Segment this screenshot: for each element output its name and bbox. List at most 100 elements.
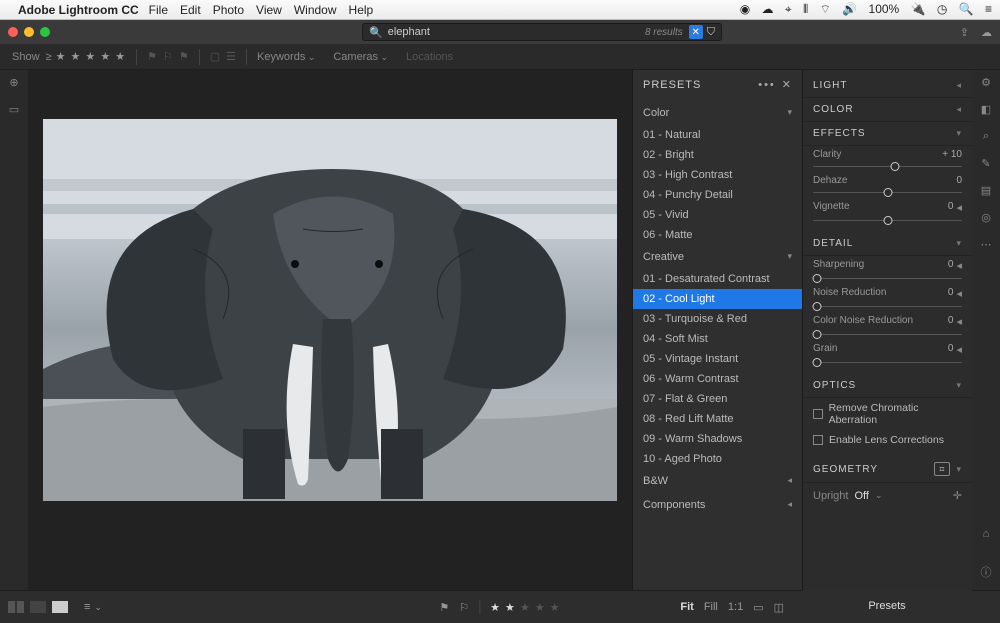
preset-item[interactable]: 02 - Bright	[633, 145, 802, 165]
zoom-fit[interactable]: Fit	[680, 601, 693, 613]
wifi-icon[interactable]: ⌔	[820, 2, 831, 16]
preset-item[interactable]: 03 - High Contrast	[633, 165, 802, 185]
zoom-window-button[interactable]	[40, 27, 50, 37]
slider-grain[interactable]: Grain0◂	[803, 340, 972, 368]
cameras-dropdown[interactable]: Cameras	[333, 51, 388, 63]
reset-icon[interactable]: ◂	[956, 259, 962, 272]
zoom-1to1[interactable]: 1:1	[728, 601, 743, 613]
brush-icon[interactable]: ✎	[981, 157, 990, 170]
slider-noise[interactable]: Noise Reduction0◂	[803, 284, 972, 312]
preset-item[interactable]: 01 - Natural	[633, 125, 802, 145]
minimize-window-button[interactable]	[24, 27, 34, 37]
sort-dropdown[interactable]: ≡⌄	[84, 601, 102, 613]
slider-sharpening[interactable]: Sharpening0◂	[803, 256, 972, 284]
share-icon[interactable]: ⇪	[960, 26, 969, 39]
reset-icon[interactable]: ◂	[956, 315, 962, 328]
flag-reject-icon[interactable]: ⚐	[459, 601, 469, 614]
preset-item[interactable]: 01 - Desaturated Contrast	[633, 269, 802, 289]
menu-icon[interactable]: ≡	[985, 2, 992, 16]
reset-icon[interactable]: ◂	[956, 287, 962, 300]
reset-icon[interactable]: ◂	[956, 201, 962, 214]
preset-item[interactable]: 05 - Vintage Instant	[633, 349, 802, 369]
slider-dehaze[interactable]: Dehaze0	[803, 172, 972, 198]
search-box[interactable]: 🔍 8 results ✕ ⛉	[362, 23, 722, 41]
section-light[interactable]: LIGHT◂	[803, 74, 972, 98]
slider-vignette[interactable]: Vignette0◂	[803, 198, 972, 226]
menu-help[interactable]: Help	[349, 3, 374, 17]
radial-gradient-icon[interactable]: ◎	[981, 211, 991, 224]
battery-icon[interactable]: 🔌	[911, 2, 926, 16]
view-list-icon[interactable]: ☰	[226, 50, 236, 63]
grid-large-icon[interactable]	[30, 601, 46, 613]
add-guide-icon[interactable]: ✛	[953, 489, 962, 502]
cloud-sync-icon[interactable]: ◉	[740, 2, 750, 16]
checkbox-chromatic[interactable]: Remove Chromatic Aberration	[803, 398, 972, 430]
slider-color-noise[interactable]: Color Noise Reduction0◂	[803, 312, 972, 340]
crop-icon[interactable]: ◧	[981, 103, 991, 116]
add-photos-icon[interactable]: ⊕	[9, 76, 18, 89]
clear-search-button[interactable]: ✕	[689, 25, 703, 39]
menu-view[interactable]: View	[256, 3, 282, 17]
tag-icon[interactable]: ⌂	[983, 528, 990, 540]
presets-menu-icon[interactable]: •••	[758, 79, 776, 91]
reset-icon[interactable]: ◂	[956, 343, 962, 356]
location-icon[interactable]: ⌖	[785, 2, 792, 16]
info-icon[interactable]: ⓘ	[981, 564, 992, 580]
section-color[interactable]: COLOR◂	[803, 98, 972, 122]
checkbox-lens[interactable]: Enable Lens Corrections	[803, 430, 972, 450]
zoom-fill[interactable]: Fill	[704, 601, 718, 613]
section-optics[interactable]: OPTICS▾	[803, 374, 972, 398]
preset-item[interactable]: 08 - Red Lift Matte	[633, 409, 802, 429]
keywords-dropdown[interactable]: Keywords	[257, 51, 315, 63]
view-square-icon[interactable]: ▢	[210, 50, 220, 63]
upright-row[interactable]: Upright Off ⌄ ✛	[803, 483, 972, 508]
flag-reject-icon[interactable]: ⚑	[179, 50, 189, 63]
preset-item[interactable]: 03 - Turquoise & Red	[633, 309, 802, 329]
spotlight-icon[interactable]: 🔍	[959, 2, 974, 16]
menu-window[interactable]: Window	[294, 3, 337, 17]
presets-close-button[interactable]: ✕	[782, 78, 792, 91]
locations-dropdown[interactable]: Locations	[406, 51, 453, 63]
flag-unflagged-icon[interactable]: ⚐	[163, 50, 173, 63]
filter-icon[interactable]: ⛉	[707, 26, 715, 39]
preset-item[interactable]: 06 - Matte	[633, 225, 802, 245]
search-input[interactable]	[388, 26, 645, 38]
flag-pick-icon[interactable]: ⚑	[147, 50, 157, 63]
close-window-button[interactable]	[8, 27, 18, 37]
preset-item[interactable]: 04 - Soft Mist	[633, 329, 802, 349]
section-effects[interactable]: EFFECTS▾	[803, 122, 972, 146]
section-detail[interactable]: DETAIL▾	[803, 232, 972, 256]
edit-sliders-icon[interactable]: ⚙	[981, 76, 991, 89]
menu-file[interactable]: File	[149, 3, 168, 17]
preset-item[interactable]: 06 - Warm Contrast	[633, 369, 802, 389]
preset-item[interactable]: 10 - Aged Photo	[633, 449, 802, 469]
rating-filter-gte-icon[interactable]: ≥	[46, 51, 52, 63]
menu-photo[interactable]: Photo	[213, 3, 244, 17]
edit-footer-presets[interactable]: Presets	[802, 590, 972, 623]
geometry-tool-icon[interactable]: ⌗	[934, 462, 950, 476]
cloud-status-icon[interactable]: ☁	[981, 26, 992, 39]
preset-item[interactable]: 09 - Warm Shadows	[633, 429, 802, 449]
more-icon[interactable]: ⋯	[981, 238, 992, 251]
rating-filter-stars[interactable]: ★ ★ ★ ★ ★	[56, 50, 127, 63]
menu-edit[interactable]: Edit	[180, 3, 201, 17]
clock-icon[interactable]: ◷	[937, 2, 947, 16]
section-geometry[interactable]: GEOMETRY⌗▾	[803, 456, 972, 483]
preset-group-creative[interactable]: Creative▾	[633, 245, 802, 269]
volume-icon[interactable]: 🔊	[842, 2, 857, 16]
single-view-icon[interactable]	[52, 601, 68, 613]
preset-group-components[interactable]: Components◂	[633, 493, 802, 517]
cloud-icon[interactable]: ☁	[762, 2, 774, 16]
preset-group-bw[interactable]: B&W◂	[633, 469, 802, 493]
grid-small-icon[interactable]	[8, 601, 24, 613]
rating-stars[interactable]: ★ ★ ★ ★ ★	[490, 601, 561, 614]
preset-item[interactable]: 02 - Cool Light	[633, 289, 802, 309]
preset-group-color[interactable]: Color▾	[633, 101, 802, 125]
photo-canvas[interactable]	[28, 70, 632, 590]
healing-icon[interactable]: ⌕	[983, 130, 989, 143]
flag-pick-icon[interactable]: ⚑	[439, 601, 449, 614]
my-photos-icon[interactable]: ▭	[9, 103, 19, 116]
app-name[interactable]: Adobe Lightroom CC	[18, 3, 139, 17]
slider-clarity[interactable]: Clarity+ 10	[803, 146, 972, 172]
filmstrip-icon[interactable]: ▭	[753, 601, 763, 614]
